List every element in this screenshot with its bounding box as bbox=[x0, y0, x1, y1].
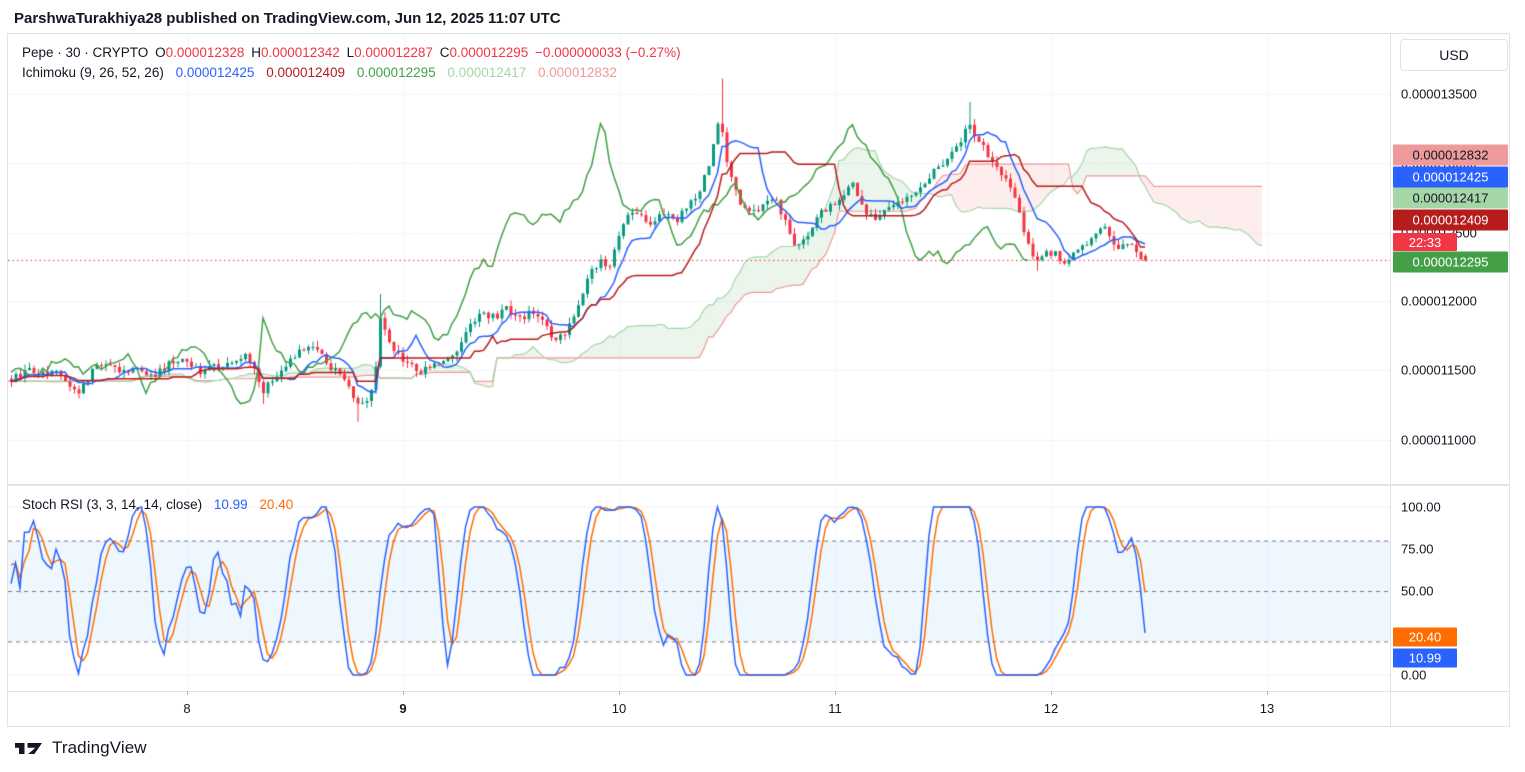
ichimoku-legend: Ichimoku (9, 26, 52, 26) 0.000012425 0.0… bbox=[22, 65, 620, 80]
low-label: L bbox=[347, 45, 355, 60]
axis-tick-label: 0.000012000 bbox=[1401, 294, 1477, 309]
day-tick bbox=[403, 691, 404, 695]
day-label: 9 bbox=[399, 701, 406, 716]
axis-value-badge: 0.000012409 bbox=[1393, 210, 1508, 231]
ichimoku-lagging-value: 0.000012295 bbox=[357, 65, 436, 80]
stoch-title: Stoch RSI (3, 3, 14, 14, close) bbox=[22, 497, 202, 512]
stoch-k-value: 10.99 bbox=[214, 497, 248, 512]
stoch-d-value: 20.40 bbox=[259, 497, 293, 512]
day-tick bbox=[835, 691, 836, 695]
change-value: −0.000000033 (−0.27%) bbox=[535, 45, 681, 60]
symbol-title: Pepe · 30 · CRYPTO bbox=[22, 45, 148, 60]
pane-separator[interactable] bbox=[7, 484, 1510, 486]
high-value: 0.000012342 bbox=[261, 45, 340, 60]
ichimoku-base-value: 0.000012409 bbox=[266, 65, 345, 80]
day-label: 13 bbox=[1260, 701, 1274, 716]
axis-tick-label: 0.000013500 bbox=[1401, 87, 1477, 102]
axis-value-badge: 20.40 bbox=[1393, 628, 1457, 647]
ichimoku-title: Ichimoku (9, 26, 52, 26) bbox=[22, 65, 164, 80]
axis-tick-label: 75.00 bbox=[1401, 542, 1434, 557]
axis-tick-label: 50.00 bbox=[1401, 584, 1434, 599]
open-value: 0.000012328 bbox=[166, 45, 245, 60]
published-chart-page: ParshwaTurakhiya28 published on TradingV… bbox=[0, 0, 1525, 772]
time-axis-border bbox=[7, 691, 1510, 692]
tradingview-brand-text: TradingView bbox=[52, 738, 147, 758]
ichimoku-lead2-value: 0.000012832 bbox=[538, 65, 617, 80]
open-label: O bbox=[155, 45, 166, 60]
axis-tick-label: 0.000011500 bbox=[1401, 363, 1476, 378]
stoch-legend: Stoch RSI (3, 3, 14, 14, close) 10.99 20… bbox=[22, 497, 296, 512]
ichimoku-conversion-value: 0.000012425 bbox=[176, 65, 255, 80]
currency-unit-button[interactable]: USD bbox=[1400, 39, 1508, 71]
currency-unit-label: USD bbox=[1439, 47, 1469, 63]
axis-value-badge: 0.000012425 bbox=[1393, 167, 1508, 188]
axis-value-badge: 0.000012832 bbox=[1393, 145, 1508, 166]
day-tick bbox=[187, 691, 188, 695]
day-label: 12 bbox=[1044, 701, 1058, 716]
publish-header: ParshwaTurakhiya28 published on TradingV… bbox=[14, 10, 561, 27]
day-tick bbox=[619, 691, 620, 695]
axis-value-badge: 22:33 bbox=[1393, 233, 1457, 251]
close-value: 0.000012295 bbox=[449, 45, 528, 60]
ichimoku-lead1-value: 0.000012417 bbox=[447, 65, 526, 80]
low-value: 0.000012287 bbox=[354, 45, 433, 60]
price-scale-border bbox=[1390, 33, 1391, 727]
axis-tick-label: 100.00 bbox=[1401, 500, 1441, 515]
axis-value-badge: 0.000012295 bbox=[1393, 252, 1508, 273]
day-label: 8 bbox=[183, 701, 190, 716]
tradingview-logo-icon bbox=[14, 739, 44, 758]
axis-value-badge: 10.99 bbox=[1393, 649, 1457, 668]
tradingview-footer[interactable]: TradingView bbox=[14, 738, 147, 758]
close-label: C bbox=[440, 45, 450, 60]
day-label: 11 bbox=[828, 701, 842, 716]
symbol-legend: Pepe · 30 · CRYPTO O0.000012328 H0.00001… bbox=[22, 45, 684, 60]
high-label: H bbox=[251, 45, 261, 60]
price-pane-canvas[interactable] bbox=[8, 34, 1391, 482]
axis-tick-label: 0.000011000 bbox=[1401, 433, 1476, 448]
stoch-pane-canvas[interactable] bbox=[8, 488, 1391, 691]
axis-value-badge: 0.000012417 bbox=[1393, 188, 1508, 209]
day-tick bbox=[1267, 691, 1268, 695]
axis-tick-label: 0.00 bbox=[1401, 668, 1426, 683]
day-tick bbox=[1051, 691, 1052, 695]
day-label: 10 bbox=[612, 701, 626, 716]
